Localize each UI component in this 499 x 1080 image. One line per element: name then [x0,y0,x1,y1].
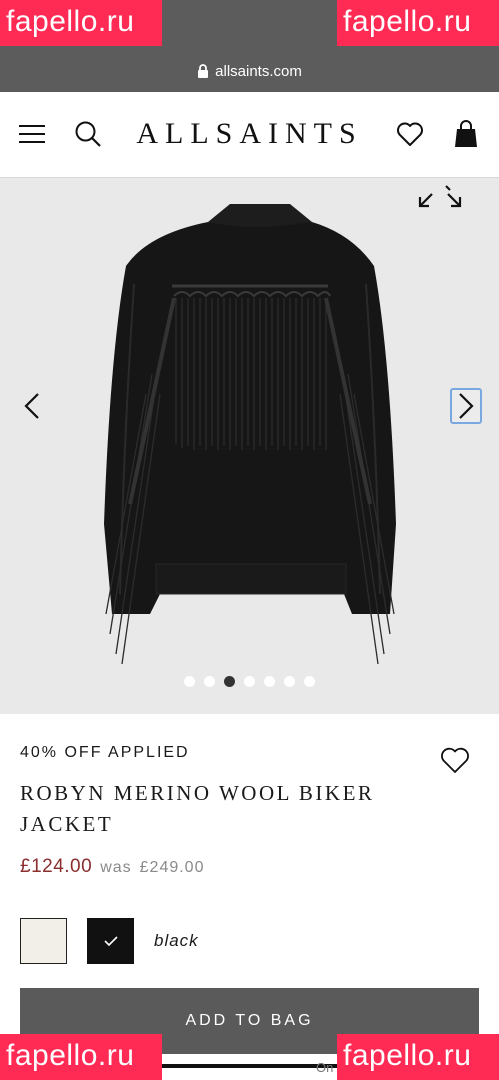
bottom-bar [160,1064,340,1068]
gallery-dot[interactable] [284,676,295,687]
promo-label: 40% OFF APPLIED [20,744,190,761]
lock-icon [197,64,209,78]
watermark-top-left: fapello.ru [0,0,162,46]
gallery-dot[interactable] [204,676,215,687]
selected-color-label: black [154,931,199,950]
watermark-bottom-left: fapello.ru [0,1034,162,1080]
gallery-dot-active[interactable] [224,676,235,687]
chevron-left-icon[interactable] [16,388,48,424]
bottom-text: On [316,1060,334,1075]
bag-icon[interactable] [450,118,482,150]
watermark-top-right: fapello.ru [337,0,499,46]
expand-icon[interactable] [416,184,466,210]
url-bar[interactable]: allsaints.com [0,58,499,84]
gallery-dot[interactable] [264,676,275,687]
site-header: ALLSAINTS [0,92,499,178]
original-price: £249.00 [139,859,205,876]
gallery-dot[interactable] [304,676,315,687]
gallery-dot[interactable] [184,676,195,687]
price-row: £124.00 was £249.00 [20,856,204,878]
heart-icon[interactable] [394,118,426,150]
color-swatches: black [20,918,199,964]
product-image-gallery[interactable] [0,178,499,714]
color-swatch-cream[interactable] [20,918,67,964]
color-swatch-black[interactable] [87,918,134,964]
chevron-right-icon[interactable] [450,388,482,424]
url-text: allsaints.com [215,62,302,80]
product-image [104,204,396,665]
gallery-pagination [0,676,499,687]
check-icon [103,936,118,947]
sale-price: £124.00 [20,856,93,877]
product-title: ROBYN MERINO WOOL BIKER JACKET [20,781,375,836]
heart-icon[interactable] [440,746,474,778]
gallery-dot[interactable] [244,676,255,687]
watermark-bottom-right: fapello.ru [337,1034,499,1080]
was-label: was [100,859,132,876]
